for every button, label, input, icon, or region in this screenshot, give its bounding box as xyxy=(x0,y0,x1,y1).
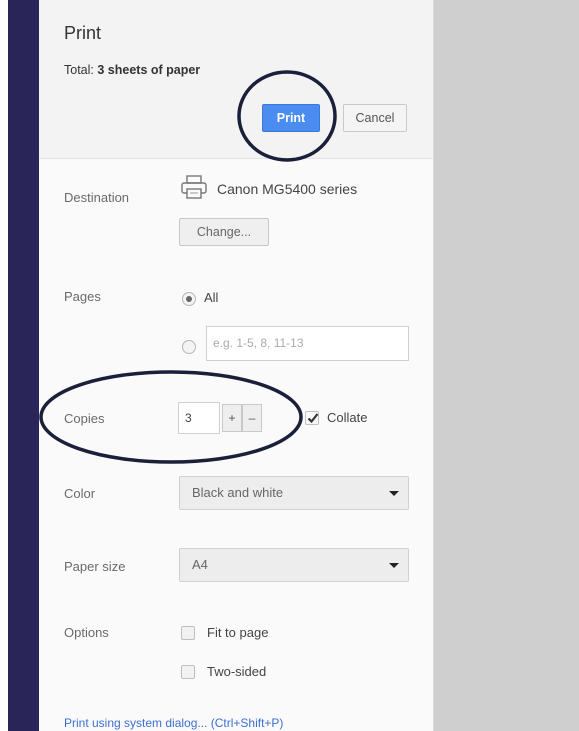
left-margin xyxy=(0,0,8,731)
dropdown-arrow-icon xyxy=(389,563,399,568)
print-header: Print Total: 3 sheets of paper Print Can… xyxy=(39,0,433,159)
collate-label: Collate xyxy=(327,410,368,425)
collate-checkbox[interactable] xyxy=(305,411,319,425)
color-label: Color xyxy=(64,486,96,501)
print-preview-area xyxy=(433,0,579,731)
total-sheets: Total: 3 sheets of paper xyxy=(64,63,200,77)
copies-label: Copies xyxy=(64,411,105,426)
copies-input[interactable]: 3 xyxy=(178,402,220,434)
total-prefix: Total: xyxy=(64,63,98,77)
cancel-button[interactable]: Cancel xyxy=(343,104,407,132)
options-label: Options xyxy=(64,625,109,640)
system-dialog-link[interactable]: Print using system dialog... (Ctrl+Shift… xyxy=(64,716,283,730)
pages-all-label: All xyxy=(204,290,219,305)
total-value: 3 sheets of paper xyxy=(97,63,201,77)
pages-custom-radio[interactable] xyxy=(182,340,196,354)
paper-size-label: Paper size xyxy=(64,559,126,574)
destination-label: Destination xyxy=(64,190,130,205)
sidebar-strip xyxy=(8,0,39,731)
print-settings-panel: Print Total: 3 sheets of paper Print Can… xyxy=(39,0,433,731)
color-select-value: Black and white xyxy=(192,485,284,500)
checkmark-icon xyxy=(307,413,319,424)
pages-all-radio[interactable] xyxy=(182,292,196,306)
preview-divider xyxy=(433,0,434,731)
two-sided-checkbox[interactable] xyxy=(181,665,195,679)
page-title: Print xyxy=(64,23,102,43)
change-destination-button[interactable]: Change... xyxy=(179,218,269,246)
two-sided-label: Two-sided xyxy=(207,664,267,679)
printer-icon xyxy=(181,175,207,199)
fit-to-page-label: Fit to page xyxy=(207,625,269,640)
copies-increment-button[interactable]: + xyxy=(222,404,242,432)
print-button[interactable]: Print xyxy=(262,104,320,132)
copies-decrement-button[interactable]: – xyxy=(242,404,262,432)
paper-size-select[interactable]: A4 xyxy=(179,548,409,582)
color-select[interactable]: Black and white xyxy=(179,476,409,510)
dropdown-arrow-icon xyxy=(389,491,399,496)
destination-printer-name: Canon MG5400 series xyxy=(217,181,358,197)
pages-label: Pages xyxy=(64,289,101,304)
paper-size-select-value: A4 xyxy=(192,557,208,572)
fit-to-page-checkbox[interactable] xyxy=(181,626,195,640)
page-range-input[interactable]: e.g. 1-5, 8, 11-13 xyxy=(206,326,409,361)
